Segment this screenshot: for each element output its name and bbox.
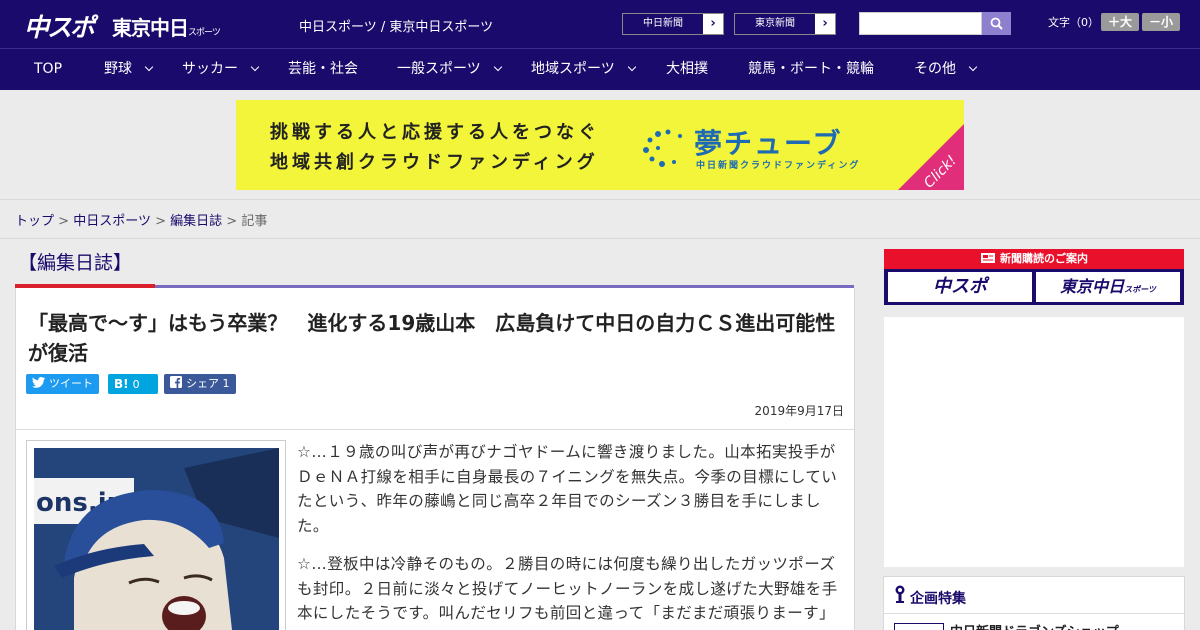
hatena-bookmark-button[interactable]: B! 0: [108, 374, 158, 394]
dragons-shop-thumbnail[interactable]: [894, 623, 944, 630]
facebook-icon: [170, 376, 182, 388]
subscription-title-text: 新聞購読のご案内: [1000, 252, 1088, 265]
font-bigger-button[interactable]: ＋大: [1101, 13, 1139, 31]
font-smaller-button[interactable]: －小: [1142, 13, 1180, 31]
section-title: 【編集日誌】: [18, 252, 133, 274]
nav-item-entertainment[interactable]: 芸能・社会: [288, 49, 358, 90]
tweet-button[interactable]: ツイート: [26, 374, 99, 394]
font-size-label: 文字（0）: [1048, 16, 1099, 29]
tokyo-shimbun-label: 東京新聞: [735, 14, 815, 34]
article-photo-frame[interactable]: ons.jp: [26, 440, 286, 630]
nav-item-soccer[interactable]: サッカー: [182, 49, 260, 90]
pitcher-photo-illustration: ons.jp: [34, 448, 279, 630]
breadcrumb-separator: >: [58, 214, 70, 229]
feature-box: 企画特集 中日新聞ドラゴンズショップ: [883, 576, 1185, 630]
breadcrumb-link-chuspo[interactable]: 中日スポーツ: [73, 214, 151, 229]
nav-item-sumo[interactable]: 大相撲: [666, 49, 708, 90]
tokyo-chunichi-subscribe-logo[interactable]: 東京中日スポーツ: [1036, 272, 1180, 302]
chevron-down-icon: [627, 62, 636, 72]
nav-item-top[interactable]: TOP: [34, 49, 62, 90]
article-card: 「最高で～す」はもう卒業？ 進化する19歳山本 広島負けて中日の自力ＣＳ進出可能…: [15, 288, 855, 630]
chevron-down-icon: [250, 62, 260, 72]
chevron-right-icon: ›: [710, 16, 716, 31]
hatena-count: 0: [132, 378, 140, 391]
chevron-down-icon: [493, 62, 502, 72]
hatena-icon: B!: [114, 377, 129, 391]
search-icon: [990, 17, 1003, 30]
breadcrumb-separator: >: [226, 214, 238, 229]
banner-line-2: 地域共創クラウドファンディング: [270, 152, 599, 173]
divider: [0, 238, 1200, 239]
subscription-box[interactable]: 新聞購読のご案内 中スポ 東京中日スポーツ: [884, 249, 1184, 305]
nav-item-baseball[interactable]: 野球: [104, 49, 154, 90]
search-input[interactable]: [859, 12, 982, 35]
nav-item-label: TOP: [34, 61, 63, 77]
facebook-share-label: シェア: [186, 377, 219, 390]
twitter-icon: [32, 377, 45, 388]
nav-item-label: 一般スポーツ: [397, 61, 481, 77]
divider: [16, 429, 854, 430]
breadcrumb-link-editorial[interactable]: 編集日誌: [170, 214, 222, 229]
nav-item-label: サッカー: [182, 61, 238, 77]
nav-item-racing[interactable]: 競馬・ボート・競輪: [748, 49, 874, 90]
article-date: 2019年9月17日: [754, 404, 844, 418]
nav-item-label: 地域スポーツ: [531, 61, 615, 77]
article-paragraph: ☆…登板中は冷静そのもの。２勝目の時には何度も繰り出したガッツポーズも封印。２日…: [297, 555, 838, 622]
divider: [884, 613, 1184, 614]
search-button[interactable]: [982, 12, 1011, 35]
main-nav: TOP 野球 サッカー 芸能・社会 一般スポーツ 地域スポーツ 大相撲 競馬・ボ…: [0, 48, 1200, 90]
newspaper-icon: [981, 253, 995, 263]
article-headline: 「最高で～す」はもう卒業？ 進化する19歳山本 広島負けて中日の自力ＣＳ進出可能…: [28, 311, 836, 365]
chuspo-logo[interactable]: 中スポ: [24, 8, 95, 44]
tweet-label: ツイート: [49, 377, 93, 390]
chuspo-subscribe-logo[interactable]: 中スポ: [888, 272, 1032, 302]
nav-item-label: 大相撲: [666, 61, 708, 77]
tokyo-shimbun-button[interactable]: 東京新聞 ›: [734, 13, 836, 35]
nav-item-label: 野球: [104, 61, 132, 77]
facebook-share-count: 1: [222, 377, 230, 390]
nav-item-other[interactable]: その他: [914, 49, 978, 90]
nav-item-local-sports[interactable]: 地域スポーツ: [531, 49, 636, 90]
tokyo-chunichi-subscribe-logo-small: スポーツ: [1124, 285, 1156, 294]
nav-item-label: 競馬・ボート・競輪: [748, 61, 874, 77]
tokyo-chunichi-logo[interactable]: 東京中日スポーツ: [112, 12, 221, 41]
breadcrumb: トップ > 中日スポーツ > 編集日誌 > 記事: [15, 210, 267, 229]
breadcrumb-separator: >: [155, 214, 166, 229]
subscription-title: 新聞購読のご案内: [884, 249, 1184, 269]
banner-area: 挑戦する人と応援する人をつなぐ 地域共創クラウドファンディング 夢チューブ 中日…: [0, 90, 1200, 200]
article-photo: ons.jp: [34, 448, 279, 630]
feature-title: 企画特集: [910, 591, 966, 607]
crowdfunding-banner[interactable]: 挑戦する人と応援する人をつなぐ 地域共創クラウドファンディング 夢チューブ 中日…: [236, 100, 964, 190]
top-bar: 中スポ 東京中日スポーツ 中日スポーツ / 東京中日スポーツ 中日新聞 › 東京…: [0, 0, 1200, 48]
banner-copy: 挑戦する人と応援する人をつなぐ 地域共創クラウドファンディング: [270, 118, 600, 178]
banner-line-1: 挑戦する人と応援する人をつなぐ: [270, 122, 600, 143]
chunichi-shimbun-label: 中日新聞: [623, 14, 703, 34]
tokyo-chunichi-logo-small: スポーツ: [188, 28, 221, 38]
tokyo-chunichi-subscribe-logo-text: 東京中日: [1060, 277, 1125, 296]
nav-item-label: 芸能・社会: [288, 61, 358, 77]
chevron-down-icon: [144, 62, 154, 72]
nav-item-label: その他: [914, 61, 956, 77]
tokyo-chunichi-logo-text: 東京中日: [112, 16, 189, 40]
pin-icon: [895, 585, 905, 603]
article-paragraph: ☆…１９歳の叫び声が再びナゴヤドームに響き渡りました。山本拓実投手がＤｅＮＡ打線…: [297, 443, 838, 535]
chunichi-shimbun-button[interactable]: 中日新聞 ›: [622, 13, 724, 35]
chevron-down-icon: [968, 62, 978, 72]
breadcrumb-current: 記事: [241, 214, 268, 229]
site-links[interactable]: 中日スポーツ / 東京中日スポーツ: [299, 16, 493, 35]
sidebar-ad-slot: [884, 317, 1184, 567]
nav-item-general-sports[interactable]: 一般スポーツ: [397, 49, 502, 90]
feature-item-dragons-shop[interactable]: 中日新聞ドラゴンズショップ: [950, 621, 1119, 630]
banner-brand: 夢チューブ: [694, 127, 843, 160]
breadcrumb-link-top[interactable]: トップ: [15, 214, 54, 229]
banner-brand-sub: 中日新聞クラウドファンディング: [696, 161, 861, 171]
facebook-share-button[interactable]: シェア 1: [164, 374, 236, 394]
dots-logo-icon: [643, 129, 682, 167]
chevron-right-icon: ›: [822, 16, 828, 31]
